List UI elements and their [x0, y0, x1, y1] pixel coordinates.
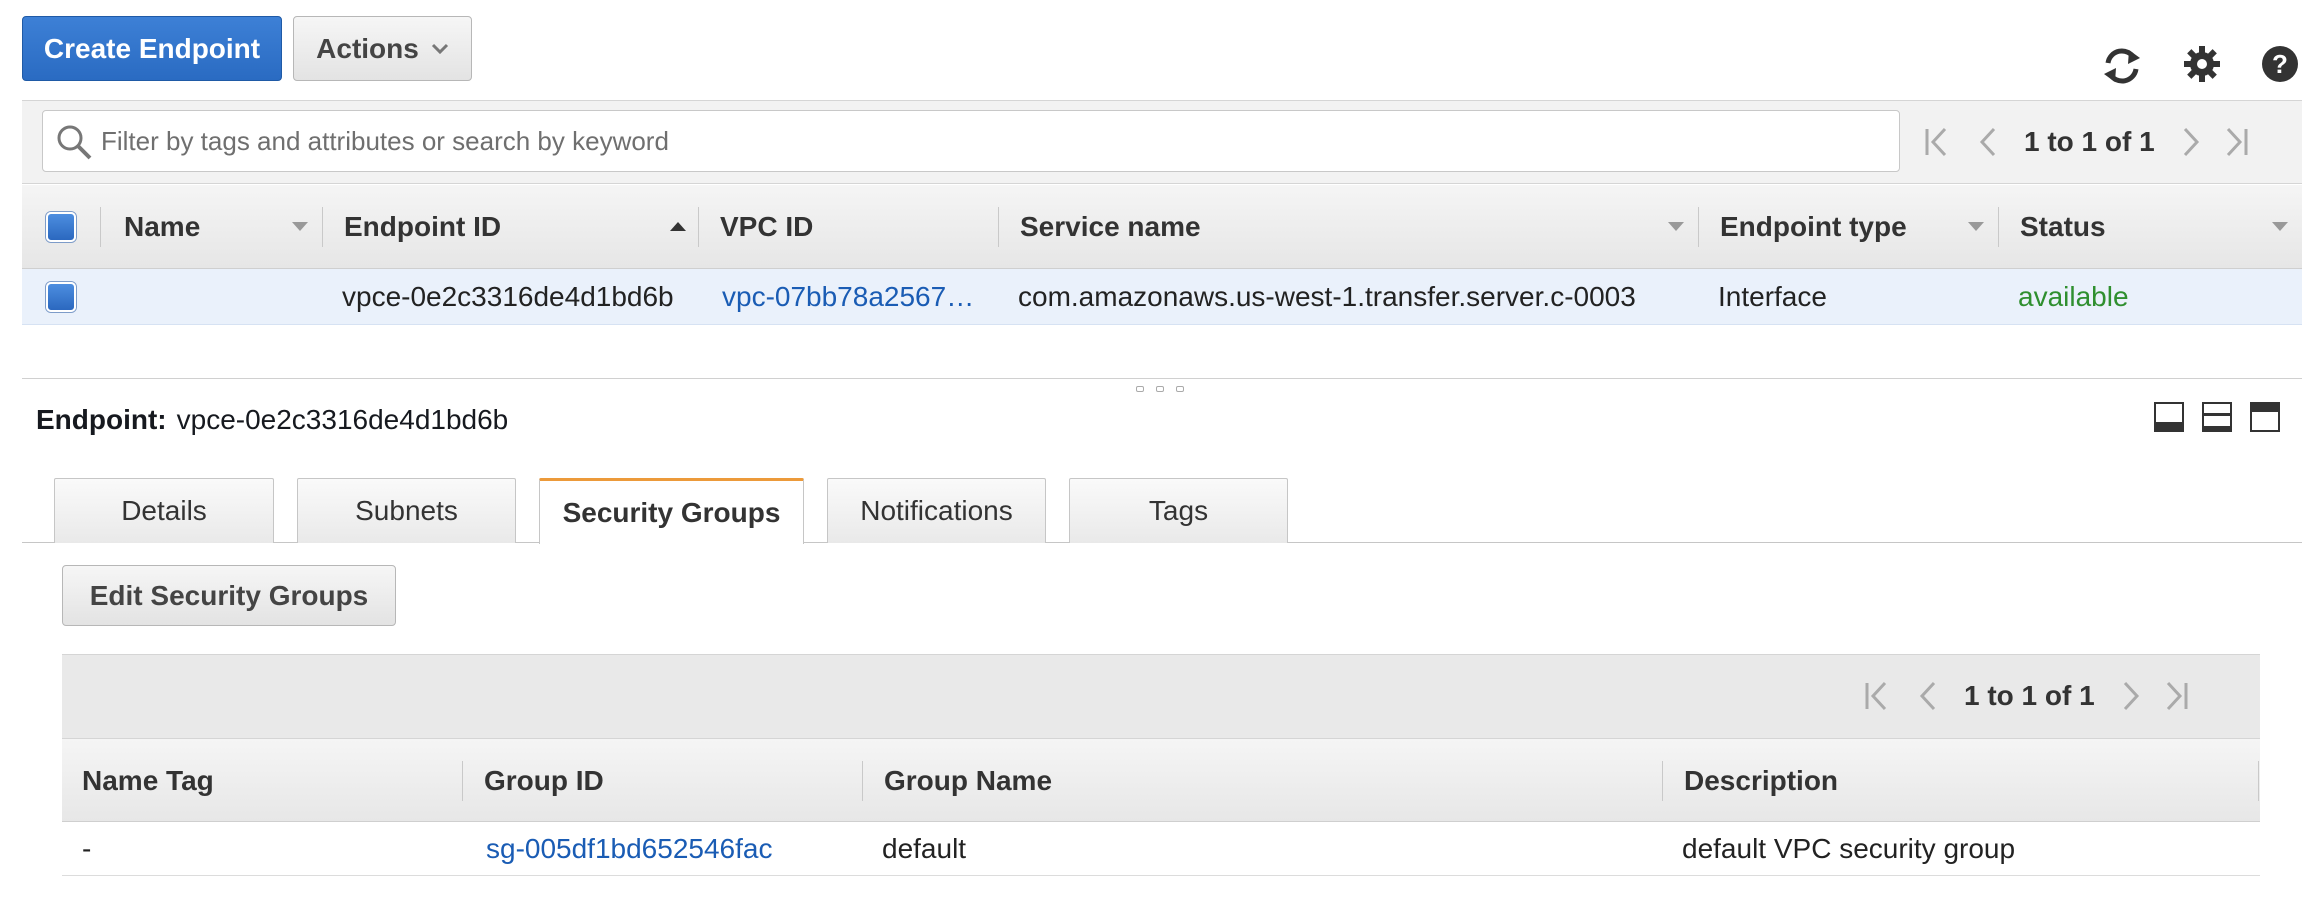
prev-page-icon[interactable] — [1908, 676, 1948, 716]
column-header-name-tag[interactable]: Name Tag — [82, 739, 214, 823]
search-input[interactable] — [101, 111, 1881, 171]
column-header-vpc-id[interactable]: VPC ID — [720, 185, 813, 269]
chevron-down-icon — [431, 43, 449, 55]
layout-full-icon[interactable] — [2250, 402, 2280, 432]
select-all-checkbox[interactable] — [46, 212, 76, 242]
row-checkbox[interactable] — [46, 282, 76, 312]
actions-dropdown-button[interactable]: Actions — [293, 16, 472, 81]
last-page-icon[interactable] — [2157, 676, 2197, 716]
column-header-service-name[interactable]: Service name — [1020, 185, 1201, 269]
column-header-description[interactable]: Description — [1684, 739, 1838, 823]
detail-endpoint-id: vpce-0e2c3316de4d1bd6b — [176, 404, 509, 435]
detail-title: Endpoint: vpce-0e2c3316de4d1bd6b — [36, 400, 508, 440]
first-page-icon[interactable] — [1856, 676, 1896, 716]
cell-vpc-id-link[interactable]: vpc-07bb78a2567… — [722, 269, 994, 325]
last-page-icon[interactable] — [2217, 122, 2257, 162]
cell-group-name: default — [882, 833, 967, 864]
tab-details[interactable]: Details — [54, 478, 274, 543]
sort-caret-down-icon — [1968, 222, 1984, 231]
pager-text: 1 to 1 of 1 — [1964, 680, 2095, 711]
endpoints-table-header: Name Endpoint ID VPC ID Service name End… — [22, 185, 2302, 269]
pager-text: 1 to 1 of 1 — [2024, 126, 2155, 157]
first-page-icon[interactable] — [1916, 122, 1956, 162]
layout-bottom-icon[interactable] — [2154, 402, 2184, 432]
tab-tags[interactable]: Tags — [1069, 478, 1288, 543]
table-row[interactable]: vpce-0e2c3316de4d1bd6b vpc-07bb78a2567… … — [22, 269, 2302, 325]
sort-caret-down-icon — [2272, 222, 2288, 231]
help-icon[interactable]: ? — [2258, 42, 2302, 86]
tab-subnets[interactable]: Subnets — [297, 478, 516, 543]
gear-icon[interactable] — [2180, 42, 2224, 86]
cell-description: default VPC security group — [1682, 833, 2016, 864]
column-header-group-name[interactable]: Group Name — [884, 739, 1052, 823]
create-endpoint-button[interactable]: Create Endpoint — [22, 16, 282, 81]
search-icon — [55, 123, 93, 166]
cell-service-name: com.amazonaws.us-west-1.transfer.server.… — [1018, 281, 1636, 312]
sort-caret-up-icon — [670, 222, 686, 231]
tab-notifications[interactable]: Notifications — [827, 478, 1046, 543]
column-header-name[interactable]: Name — [124, 185, 200, 269]
cell-name-tag: - — [82, 833, 92, 864]
actions-label: Actions — [316, 32, 419, 64]
sort-caret-down-icon — [292, 222, 308, 231]
next-page-icon[interactable] — [2111, 676, 2151, 716]
column-header-endpoint-id[interactable]: Endpoint ID — [344, 185, 501, 269]
tab-security-groups[interactable]: Security Groups — [539, 478, 804, 544]
search-box[interactable] — [42, 110, 1900, 172]
security-groups-table-header: Name Tag Group ID Group Name Description — [62, 738, 2260, 822]
splitter-grip-icon[interactable] — [1156, 386, 1164, 392]
column-header-group-id[interactable]: Group ID — [484, 739, 604, 823]
cell-group-id-link[interactable]: sg-005df1bd652546fac — [486, 822, 772, 876]
cell-endpoint-id: vpce-0e2c3316de4d1bd6b — [342, 281, 674, 312]
detail-label: Endpoint: — [36, 404, 167, 435]
column-header-endpoint-type[interactable]: Endpoint type — [1720, 185, 1907, 269]
edit-security-groups-button[interactable]: Edit Security Groups — [62, 565, 396, 626]
table-row[interactable]: - sg-005df1bd652546fac default default V… — [62, 822, 2260, 876]
next-page-icon[interactable] — [2171, 122, 2211, 162]
table-pager: 1 to 1 of 1 — [1916, 122, 2257, 162]
column-header-status[interactable]: Status — [2020, 185, 2106, 269]
svg-text:?: ? — [2272, 49, 2288, 79]
refresh-icon[interactable] — [2100, 44, 2144, 88]
splitter-grip-icon[interactable] — [1136, 386, 1144, 392]
sort-caret-down-icon — [1668, 222, 1684, 231]
splitter-grip-icon[interactable] — [1176, 386, 1184, 392]
security-groups-pager: 1 to 1 of 1 — [1856, 676, 2197, 716]
cell-status: available — [2018, 281, 2129, 312]
panel-splitter[interactable] — [22, 378, 2302, 379]
cell-endpoint-type: Interface — [1718, 281, 1827, 312]
layout-half-icon[interactable] — [2202, 402, 2232, 432]
prev-page-icon[interactable] — [1968, 122, 2008, 162]
